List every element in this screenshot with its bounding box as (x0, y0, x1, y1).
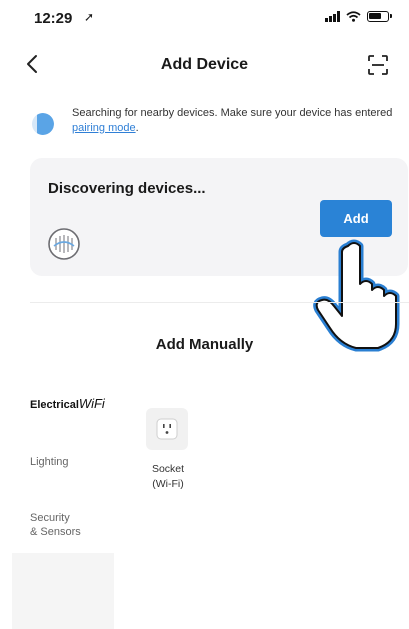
device-icon-box (146, 408, 188, 450)
location-arrow-icon: ➚ (84, 10, 95, 24)
category-electrical[interactable]: ElectricalWiFi (30, 396, 105, 411)
scan-button[interactable] (365, 52, 391, 78)
status-bar: 12:29 ➚ (0, 0, 409, 40)
divider (30, 302, 409, 303)
hint-text: Searching for nearby devices. Make sure … (72, 107, 393, 134)
category-lighting[interactable]: Lighting (30, 456, 69, 468)
status-time: 12:29 (34, 10, 73, 27)
searching-hint: Searching for nearby devices. Make sure … (30, 106, 400, 140)
radar-scan-icon (48, 228, 80, 260)
device-tile-socket-wifi[interactable]: Socket (Wi-Fi) (130, 406, 206, 500)
nav-bar: Add Device (0, 44, 409, 84)
scan-frame-icon (368, 55, 388, 75)
category-panel-background (12, 553, 114, 629)
status-icons (325, 11, 392, 22)
discovering-title: Discovering devices... (48, 180, 206, 197)
battery-icon (367, 11, 392, 22)
pairing-mode-link[interactable]: pairing mode (72, 122, 136, 134)
progress-icon (32, 113, 54, 135)
wifi-icon (346, 11, 361, 22)
signal-icon (325, 11, 340, 22)
page-title: Add Device (160, 56, 249, 73)
add-button[interactable]: Add (320, 200, 392, 237)
socket-icon (156, 418, 178, 440)
category-security-sensors[interactable]: Security & Sensors (30, 511, 110, 539)
device-label: Socket (Wi-Fi) (151, 463, 185, 490)
add-manually-title: Add Manually (155, 336, 254, 353)
